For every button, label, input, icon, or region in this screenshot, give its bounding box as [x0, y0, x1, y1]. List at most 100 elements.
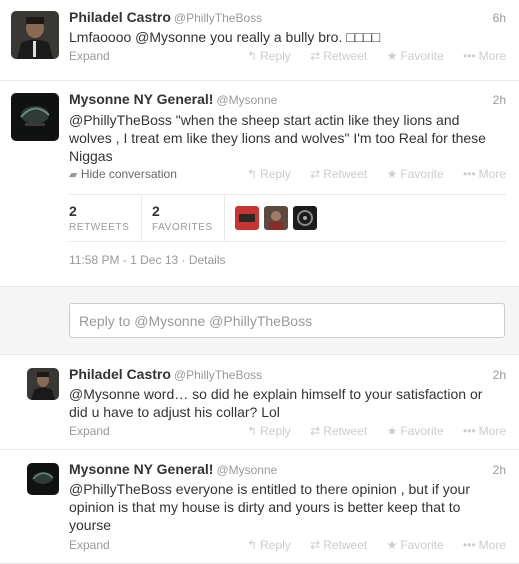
username[interactable]: @PhillyTheBoss [174, 368, 262, 382]
retweet-icon: ⇄ [310, 538, 321, 552]
tweet-time[interactable]: 2h [493, 368, 506, 382]
tweet-text: @PhillyTheBoss everyone is entitled to t… [69, 481, 470, 533]
fullname[interactable]: Mysonne NY General! [69, 461, 213, 477]
favorite-action[interactable]: ★ Favorite [387, 49, 444, 63]
reply-arrow-icon: ↰ [247, 167, 258, 181]
reply-arrow-icon: ↰ [247, 424, 258, 438]
tweet-time[interactable]: 2h [493, 93, 506, 107]
tweet-footer: Expand ↰ Reply ⇄ Retweet ★ Favorite ••• More [69, 424, 506, 442]
retweet-icon: ⇄ [310, 167, 321, 181]
avatar[interactable] [11, 93, 59, 141]
star-icon: ★ [386, 167, 398, 181]
star-icon: ★ [386, 538, 398, 552]
favorite-action[interactable]: ★ Favorite [387, 424, 444, 438]
reply-arrow-icon: ↰ [247, 538, 258, 552]
expand-link[interactable]: Expand [69, 424, 110, 438]
reply-label: Reply [260, 538, 291, 552]
speech-bubble-icon: ▰ [69, 169, 78, 181]
favorite-action[interactable]: ★ Favorite [387, 538, 444, 552]
retweet-icon: ⇄ [310, 49, 321, 63]
star-icon: ★ [386, 49, 398, 63]
reply-action[interactable]: ↰ Reply [247, 538, 291, 552]
favorite-label: Favorite [400, 49, 444, 63]
tweet-stats: 2 RETWEETS 2 FAVORITES [69, 194, 506, 242]
retweets-stat[interactable]: 2 RETWEETS [69, 203, 129, 233]
favorite-label: Favorite [400, 538, 444, 552]
reply-input[interactable]: Reply to @Mysonne @PhillyTheBoss [69, 303, 505, 338]
fullname[interactable]: Philadel Castro [69, 9, 171, 25]
retweet-action[interactable]: ⇄ Retweet [310, 49, 367, 63]
avatar[interactable] [27, 368, 59, 400]
more-action[interactable]: ••• More [463, 167, 506, 181]
reply-arrow-icon: ↰ [247, 49, 258, 63]
more-action[interactable]: ••• More [463, 49, 506, 63]
favorites-count: 2 [152, 203, 160, 219]
username[interactable]: @Mysonne [216, 463, 277, 477]
tweet-header: Philadel Castro @PhillyTheBoss 2h [69, 366, 506, 386]
favoriter-avatar[interactable] [293, 206, 317, 230]
tweet[interactable]: Philadel Castro @PhillyTheBoss 6h Lmfaooo… [0, 0, 519, 81]
fullname[interactable]: Mysonne NY General! [69, 91, 213, 107]
tweet-header: Mysonne NY General! @Mysonne 2h [69, 91, 506, 111]
more-action[interactable]: ••• More [463, 424, 506, 438]
stat-divider [224, 195, 225, 241]
tweet[interactable]: Philadel Castro @PhillyTheBoss 2h @Mysonn… [0, 355, 519, 450]
favoriter-avatar[interactable] [264, 206, 288, 230]
tweet-footer: Expand ↰ Reply ⇄ Retweet ★ Favorite ••• More [69, 538, 506, 556]
fullname[interactable]: Philadel Castro [69, 366, 171, 382]
tweet-actions: ↰ Reply ⇄ Retweet ★ Favorite ••• More [231, 424, 506, 438]
tweet-text: @Mysonne word… so did he explain himself… [69, 386, 483, 420]
tweet-footer: Expand ↰ Reply ⇄ Retweet ★ Favorite ••• More [69, 49, 506, 67]
tweet-timestamp[interactable]: 11:58 PM - 1 Dec 13 · Details [69, 253, 226, 267]
retweet-action[interactable]: ⇄ Retweet [310, 538, 367, 552]
retweet-label: Retweet [323, 167, 368, 181]
reply-label: Reply [260, 167, 291, 181]
avatar[interactable] [27, 463, 59, 495]
avatar[interactable] [11, 11, 59, 59]
tweet-time[interactable]: 6h [493, 11, 506, 25]
more-dots-icon: ••• [463, 538, 476, 552]
tweet-header: Philadel Castro @PhillyTheBoss 6h [69, 9, 506, 29]
more-label: More [478, 49, 506, 63]
reply-action[interactable]: ↰ Reply [247, 167, 291, 181]
stat-divider [141, 195, 142, 241]
tweet-actions: ↰ Reply ⇄ Retweet ★ Favorite ••• More [231, 167, 506, 181]
username[interactable]: @PhillyTheBoss [174, 11, 262, 25]
star-icon: ★ [386, 424, 398, 438]
reply-action[interactable]: ↰ Reply [247, 424, 291, 438]
tweet[interactable]: Mysonne NY General! @Mysonne 2h @PhillyTh… [0, 450, 519, 564]
more-dots-icon: ••• [463, 167, 476, 181]
reply-action[interactable]: ↰ Reply [247, 49, 291, 63]
username[interactable]: @Mysonne [216, 93, 277, 107]
retweet-action[interactable]: ⇄ Retweet [310, 167, 367, 181]
reply-area: Reply to @Mysonne @PhillyTheBoss [0, 287, 519, 355]
retweet-label: Retweet [323, 538, 368, 552]
timestamp-row: 11:58 PM - 1 Dec 13 · Details [69, 253, 506, 271]
more-action[interactable]: ••• More [463, 538, 506, 552]
tweet-expanded[interactable]: Mysonne NY General! @Mysonne 2h @PhillyTh… [0, 81, 519, 287]
expand-link[interactable]: Expand [69, 538, 110, 552]
tweet-text: @PhillyTheBoss "when the sheep start act… [69, 112, 486, 164]
favorite-label: Favorite [400, 424, 444, 438]
favorite-action[interactable]: ★ Favorite [387, 167, 444, 181]
tweet-header: Mysonne NY General! @Mysonne 2h [69, 461, 506, 481]
retweet-action[interactable]: ⇄ Retweet [310, 424, 367, 438]
retweet-icon: ⇄ [310, 424, 321, 438]
reply-label: Reply [260, 49, 291, 63]
tweet-time[interactable]: 2h [493, 463, 506, 477]
favorites-stat[interactable]: 2 FAVORITES [152, 203, 213, 233]
retweet-label: Retweet [323, 49, 368, 63]
favorite-label: Favorite [400, 167, 444, 181]
tweet-footer: ▰ Hide conversation ↰ Reply ⇄ Retweet ★ Fav… [69, 167, 506, 185]
favoriter-avatar[interactable] [235, 206, 259, 230]
hide-conversation-link[interactable]: ▰ Hide conversation [69, 167, 177, 181]
expand-link[interactable]: Expand [69, 49, 110, 63]
retweet-label: Retweet [323, 424, 368, 438]
more-label: More [478, 167, 506, 181]
more-label: More [478, 424, 506, 438]
more-dots-icon: ••• [463, 49, 476, 63]
tweet-actions: ↰ Reply ⇄ Retweet ★ Favorite ••• More [231, 538, 506, 552]
tweet-text: Lmfaoooo @Mysonne you really a bully bro… [69, 29, 381, 45]
favorites-label: FAVORITES [152, 222, 213, 233]
more-label: More [478, 538, 506, 552]
